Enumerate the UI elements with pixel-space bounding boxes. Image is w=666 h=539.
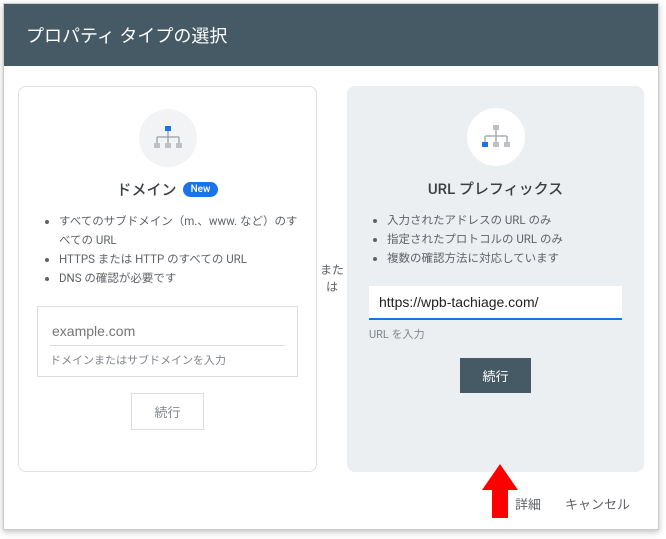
- domain-card-title: ドメイン: [117, 179, 177, 200]
- new-badge: New: [183, 182, 219, 197]
- domain-input-wrap: ドメインまたはサブドメインを入力: [37, 306, 298, 377]
- domain-continue-button[interactable]: 続行: [131, 393, 203, 430]
- list-item: HTTPS または HTTP のすべての URL: [59, 250, 298, 269]
- domain-features-list: すべてのサブドメイン（m.、www. など）のすべての URL HTTPS また…: [37, 212, 298, 288]
- dialog-title: プロパティ タイプの選択: [26, 26, 227, 47]
- dialog-footer: 詳細 キャンセル: [4, 482, 658, 529]
- url-prefix-input-wrap: URL を入力: [365, 286, 626, 342]
- url-prefix-continue-button[interactable]: 続行: [460, 358, 530, 393]
- list-item: すべてのサブドメイン（m.、www. など）のすべての URL: [59, 212, 298, 250]
- dialog-header: プロパティ タイプの選択: [4, 4, 658, 66]
- or-divider: または: [317, 262, 347, 296]
- url-prefix-input-label: URL を入力: [369, 326, 622, 342]
- url-prefix-card-title: URL プレフィックス: [428, 178, 563, 199]
- domain-input-label: ドメインまたはサブドメインを入力: [50, 352, 285, 368]
- list-item: DNS の確認が必要です: [59, 269, 298, 288]
- list-item: 複数の確認方法に対応しています: [387, 249, 626, 268]
- domain-hierarchy-icon: [139, 109, 197, 167]
- list-item: 指定されたプロトコルの URL のみ: [387, 230, 626, 249]
- details-link[interactable]: 詳細: [515, 494, 541, 513]
- url-prefix-hierarchy-icon: [467, 108, 525, 166]
- url-prefix-card[interactable]: URL プレフィックス 入力されたアドレスの URL のみ 指定されたプロトコル…: [347, 86, 644, 472]
- domain-input[interactable]: [50, 317, 285, 346]
- domain-card-title-row: ドメイン New: [117, 179, 219, 200]
- dialog-content: ドメイン New すべてのサブドメイン（m.、www. など）のすべての URL…: [4, 66, 658, 482]
- domain-card[interactable]: ドメイン New すべてのサブドメイン（m.、www. など）のすべての URL…: [18, 86, 317, 472]
- list-item: 入力されたアドレスの URL のみ: [387, 211, 626, 230]
- url-prefix-card-title-row: URL プレフィックス: [428, 178, 563, 199]
- property-type-dialog: プロパティ タイプの選択 ドメイン New: [3, 3, 659, 530]
- url-prefix-input[interactable]: [369, 286, 622, 320]
- url-prefix-features-list: 入力されたアドレスの URL のみ 指定されたプロトコルの URL のみ 複数の…: [365, 211, 626, 268]
- cancel-button[interactable]: キャンセル: [565, 494, 630, 513]
